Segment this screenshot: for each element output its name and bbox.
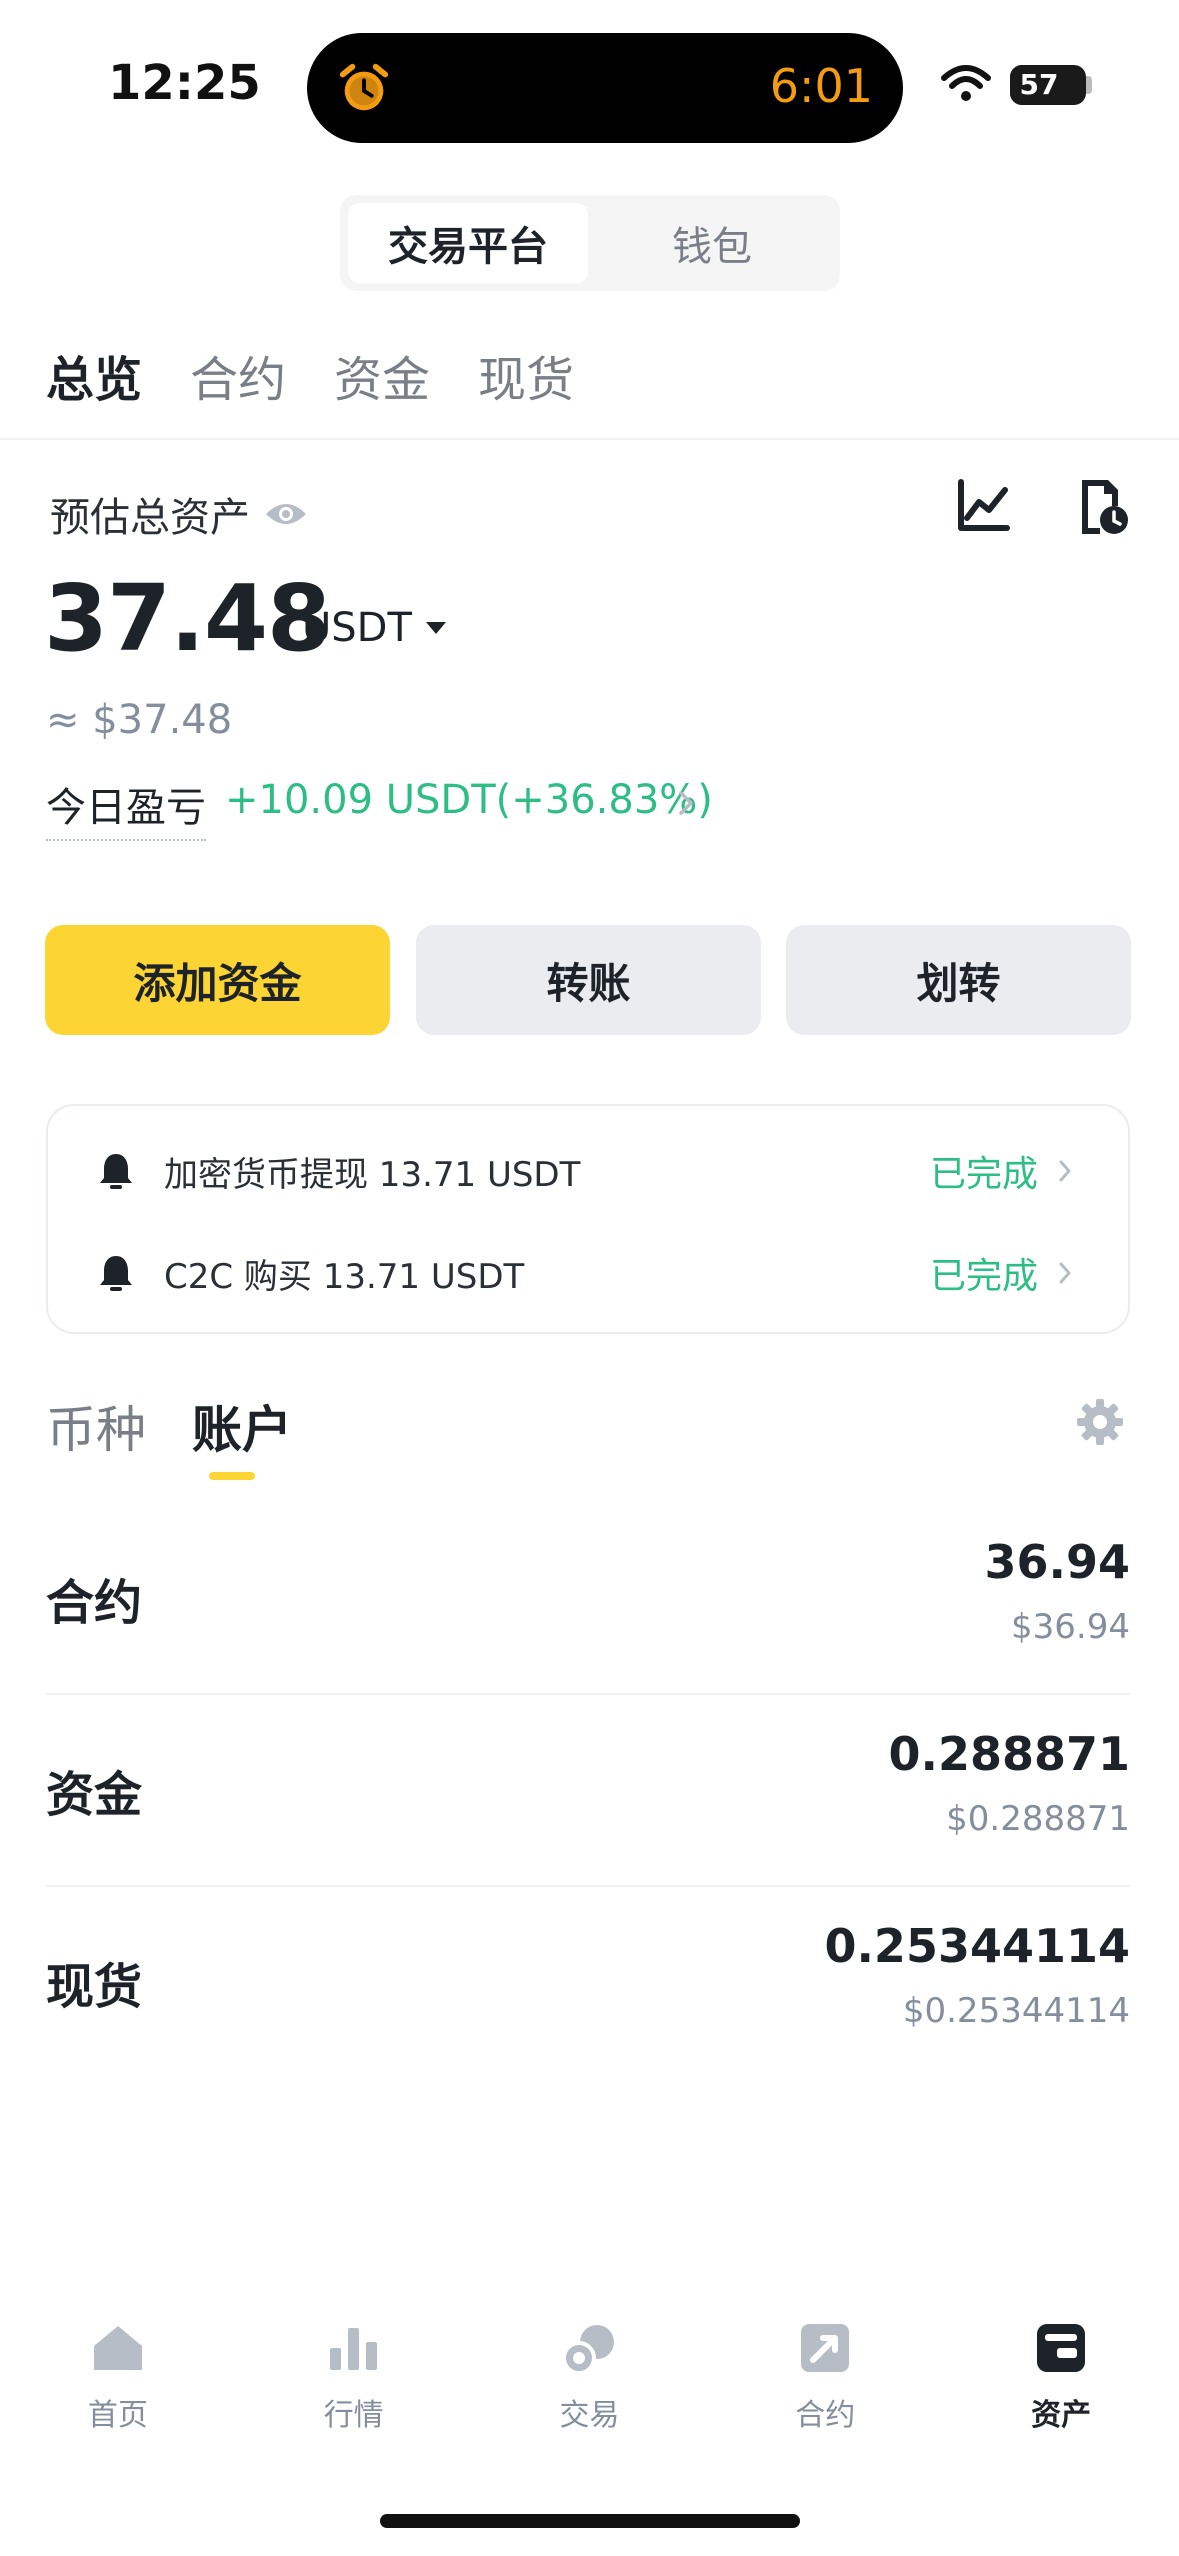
fiat-equivalent: ≈ $37.48 (46, 697, 233, 743)
tabs-divider (0, 438, 1179, 440)
today-pnl-value[interactable]: +10.09 USDT(+36.83%) (225, 777, 713, 823)
transfer-button[interactable]: 转账 (416, 925, 761, 1035)
account-amount: 0.25344114 (824, 1919, 1130, 1973)
asset-view-tabs: 币种 账户 (46, 1390, 292, 1462)
account-row-funding[interactable]: 资金 0.288871 $0.288871 (46, 1697, 1130, 1887)
chevron-right-icon (1059, 1160, 1071, 1182)
tab-accounts[interactable]: 账户 (192, 1390, 292, 1462)
line-chart-icon[interactable] (955, 478, 1011, 534)
nav-label: 合约 (795, 2398, 856, 2433)
notice-text: 加密货币提现 13.71 USDT (164, 1154, 581, 1195)
wifi-icon (941, 65, 991, 101)
home-icon (93, 2326, 142, 2370)
dynamic-island[interactable]: 6:01 (307, 33, 903, 143)
nav-label: 首页 (87, 2398, 148, 2433)
status-time: 12:25 (108, 55, 261, 111)
home-indicator[interactable] (380, 2514, 800, 2528)
notice-card: 加密货币提现 13.71 USDT 已完成 C2C 购买 13.71 USDT … (46, 1104, 1130, 1334)
nav-label: 资产 (1031, 2398, 1092, 2433)
bell-icon (100, 1256, 132, 1291)
nav-label: 行情 (323, 2398, 384, 2433)
caret-down-icon (425, 622, 446, 634)
eye-icon[interactable] (264, 500, 308, 528)
tab-spot[interactable]: 现货 (478, 340, 574, 420)
wallet-icon (1037, 2324, 1086, 2372)
tab-funding[interactable]: 资金 (334, 340, 430, 420)
platform-segment: 交易平台 钱包 (340, 195, 840, 291)
notice-status: 已完成 (929, 1154, 1038, 1195)
account-row-spot[interactable]: 现货 0.25344114 $0.25344114 (46, 1889, 1130, 2079)
account-amount: 0.288871 (888, 1727, 1130, 1781)
account-fiat: $0.25344114 (902, 1991, 1130, 2031)
nav-futures[interactable]: 合约 (725, 2320, 925, 2460)
nav-assets[interactable]: 资产 (961, 2320, 1161, 2460)
nav-home[interactable]: 首页 (18, 2320, 218, 2460)
account-name: 资金 (46, 1767, 143, 1823)
account-amount: 36.94 (984, 1535, 1130, 1589)
bar-chart-icon (329, 2328, 377, 2370)
today-pnl-label[interactable]: 今日盈亏 (46, 775, 206, 841)
futures-icon (801, 2324, 850, 2372)
battery-tip (1086, 76, 1092, 94)
nav-markets[interactable]: 行情 (254, 2320, 454, 2460)
row-divider (46, 1693, 1130, 1695)
notice-item[interactable]: C2C 购买 13.71 USDT 已完成 (48, 1228, 1128, 1318)
notice-text: C2C 购买 13.71 USDT (164, 1256, 525, 1297)
tab-coins[interactable]: 币种 (46, 1390, 146, 1462)
estimated-total-label: 预估总资产 (50, 485, 308, 543)
account-fiat: $36.94 (1011, 1607, 1130, 1647)
notice-item[interactable]: 加密货币提现 13.71 USDT 已完成 (48, 1126, 1128, 1216)
nav-trade[interactable]: 交易 (489, 2320, 689, 2460)
chevron-right-icon[interactable] (678, 790, 694, 816)
row-divider (46, 1885, 1130, 1887)
battery-indicator: 57 (1010, 65, 1086, 105)
chevron-right-icon (1059, 1262, 1071, 1284)
timer-text: 6:01 (769, 59, 873, 113)
bell-icon (100, 1154, 132, 1189)
total-asset-value: 37.48 (44, 565, 331, 672)
tab-futures[interactable]: 合约 (190, 340, 286, 420)
account-name: 现货 (46, 1959, 143, 2015)
account-fiat: $0.288871 (946, 1799, 1130, 1839)
notice-status: 已完成 (929, 1256, 1038, 1297)
gear-icon[interactable] (1076, 1398, 1124, 1446)
currency-unit: USDT (302, 605, 412, 651)
trade-icon (562, 2325, 615, 2375)
alarm-clock-icon (339, 63, 389, 111)
bottom-navigation: 首页 行情 交易 合约 资产 (0, 2320, 1179, 2460)
add-funds-button[interactable]: 添加资金 (45, 925, 390, 1035)
segment-wallet[interactable]: 钱包 (592, 203, 832, 283)
currency-selector[interactable]: USDT (302, 605, 446, 651)
account-name: 合约 (46, 1575, 143, 1631)
nav-label: 交易 (559, 2398, 620, 2433)
tab-overview[interactable]: 总览 (46, 340, 142, 420)
history-record-icon[interactable] (1078, 476, 1128, 536)
internal-transfer-button[interactable]: 划转 (786, 925, 1131, 1035)
overview-tabs: 总览 合约 资金 现货 (46, 340, 574, 420)
active-tab-underline (209, 1472, 255, 1480)
estimated-total-text: 预估总资产 (50, 495, 250, 541)
account-row-futures[interactable]: 合约 36.94 $36.94 (46, 1505, 1130, 1695)
segment-trading-platform[interactable]: 交易平台 (348, 203, 588, 283)
